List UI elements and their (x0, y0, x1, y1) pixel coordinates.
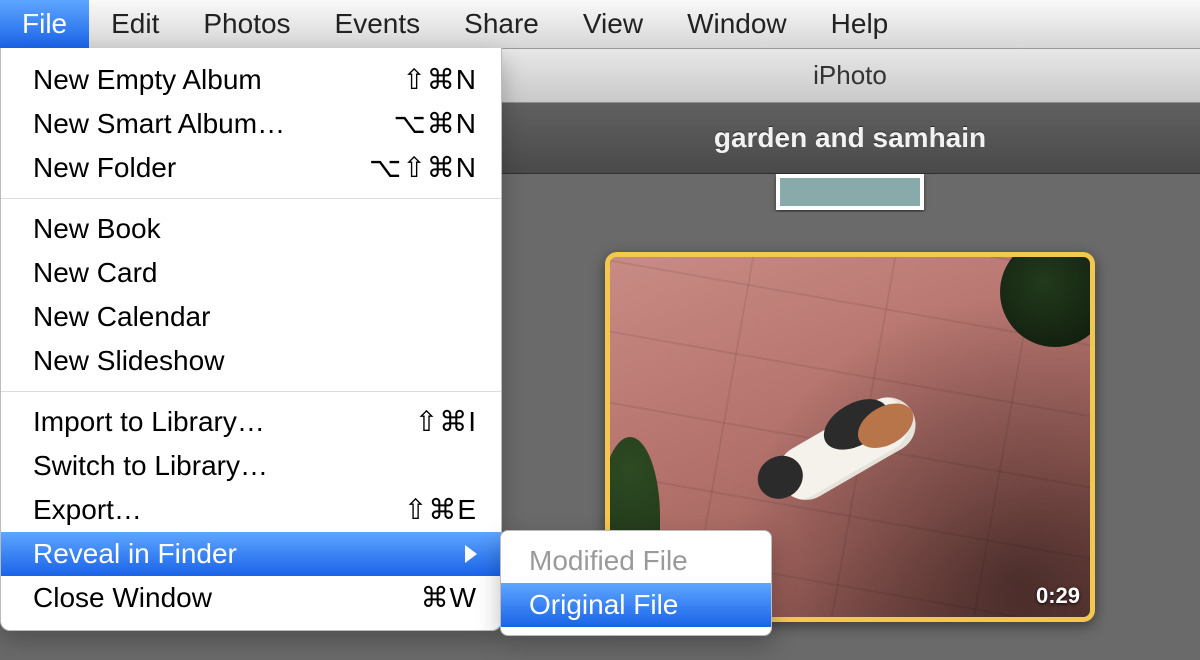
window-title-bar: iPhoto (500, 48, 1200, 103)
menu-label: Help (831, 8, 889, 40)
menu-label: Window (687, 8, 787, 40)
menu-photos[interactable]: Photos (181, 0, 312, 48)
menu-item-new-folder[interactable]: New Folder ⌥⇧⌘N (1, 146, 501, 190)
menu-item-label: Reveal in Finder (33, 534, 237, 574)
menu-share[interactable]: Share (442, 0, 561, 48)
menu-item-label: New Book (33, 209, 161, 249)
submenu-item-original-file[interactable]: Original File (501, 583, 771, 627)
menu-label: View (583, 8, 643, 40)
menu-item-shortcut: ⇧⌘E (404, 490, 477, 530)
menu-item-import-to-library[interactable]: Import to Library… ⇧⌘I (1, 400, 501, 444)
menu-events[interactable]: Events (313, 0, 443, 48)
menu-item-shortcut: ⌥⇧⌘N (369, 148, 477, 188)
clip-duration-badge: 0:29 (1036, 583, 1080, 609)
menu-item-label: New Empty Album (33, 60, 262, 100)
menu-item-new-empty-album[interactable]: New Empty Album ⇧⌘N (1, 58, 501, 102)
menu-item-new-card[interactable]: New Card (1, 251, 501, 295)
event-title-bar: garden and samhain (500, 103, 1200, 174)
menu-item-label: New Folder (33, 148, 176, 188)
menu-item-new-smart-album[interactable]: New Smart Album… ⌥⌘N (1, 102, 501, 146)
menu-item-export[interactable]: Export… ⇧⌘E (1, 488, 501, 532)
menu-item-close-window[interactable]: Close Window ⌘W (1, 576, 501, 620)
submenu-item-label: Modified File (529, 545, 688, 576)
menu-item-shortcut: ⇧⌘N (402, 60, 477, 100)
menu-item-label: New Slideshow (33, 341, 224, 381)
menu-item-new-calendar[interactable]: New Calendar (1, 295, 501, 339)
menu-help[interactable]: Help (809, 0, 911, 48)
menu-item-new-book[interactable]: New Book (1, 207, 501, 251)
menu-item-shortcut: ⇧⌘I (415, 402, 477, 442)
menu-item-label: Switch to Library… (33, 446, 268, 486)
submenu-item-modified-file: Modified File (501, 539, 771, 583)
submenu-item-label: Original File (529, 589, 678, 620)
menu-separator (1, 198, 501, 199)
reveal-in-finder-submenu: Modified File Original File (500, 530, 772, 636)
event-title: garden and samhain (714, 122, 986, 154)
menu-item-label: New Smart Album… (33, 104, 285, 144)
menu-item-reveal-in-finder[interactable]: Reveal in Finder (1, 532, 501, 576)
menu-item-label: Export… (33, 490, 142, 530)
menu-item-switch-to-library[interactable]: Switch to Library… (1, 444, 501, 488)
menu-item-label: Import to Library… (33, 402, 265, 442)
thumbnail-item[interactable] (776, 174, 924, 210)
window-title: iPhoto (813, 60, 887, 91)
menu-label: Events (335, 8, 421, 40)
menu-item-new-slideshow[interactable]: New Slideshow (1, 339, 501, 383)
menu-label: File (22, 8, 67, 40)
menu-item-label: Close Window (33, 578, 212, 618)
menu-item-shortcut: ⌥⌘N (394, 104, 478, 144)
menu-bar: File Edit Photos Events Share View Windo… (0, 0, 1200, 49)
menu-item-label: New Calendar (33, 297, 210, 337)
menu-label: Edit (111, 8, 159, 40)
menu-window[interactable]: Window (665, 0, 809, 48)
menu-label: Share (464, 8, 539, 40)
menu-item-shortcut: ⌘W (421, 578, 477, 618)
menu-file[interactable]: File (0, 0, 89, 48)
menu-label: Photos (203, 8, 290, 40)
menu-separator (1, 391, 501, 392)
file-menu-dropdown: New Empty Album ⇧⌘N New Smart Album… ⌥⌘N… (0, 48, 502, 631)
menu-view[interactable]: View (561, 0, 665, 48)
menu-edit[interactable]: Edit (89, 0, 181, 48)
submenu-arrow-icon (465, 545, 477, 563)
thumbnail-strip (500, 174, 1200, 214)
menu-item-label: New Card (33, 253, 157, 293)
